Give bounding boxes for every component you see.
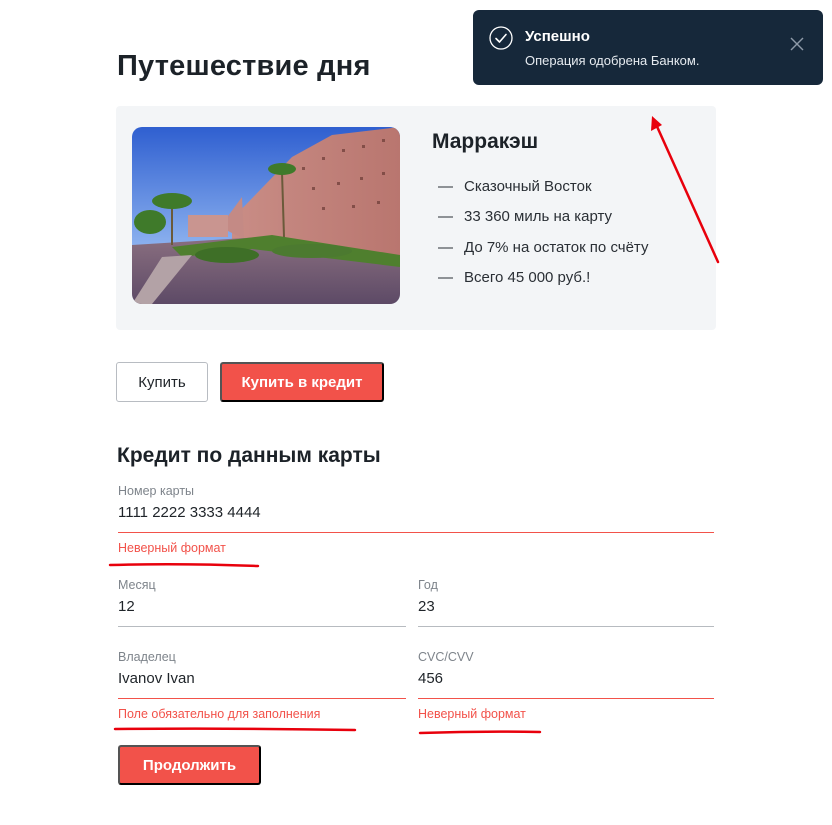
- toast-message: Операция одобрена Банком.: [525, 53, 700, 68]
- list-item: —33 360 миль на карту: [438, 208, 613, 226]
- list-item: — Сказочный Восток: [438, 177, 592, 195]
- cvc-label: CVC/CVV: [418, 650, 474, 664]
- close-icon[interactable]: [790, 37, 804, 56]
- check-circle-icon: [489, 26, 513, 55]
- credit-form-title: Кредит по данным карты: [117, 444, 381, 467]
- annotation-underline: [108, 562, 260, 568]
- card-number-field[interactable]: Номер карты 1111 2222 3333 4444: [118, 484, 714, 534]
- year-input[interactable]: 23: [418, 598, 714, 615]
- buy-button[interactable]: Купить: [116, 362, 208, 402]
- cvc-input[interactable]: 456: [418, 670, 714, 687]
- owner-error: Поле обязательно для заполнения: [118, 707, 321, 721]
- offer-city: Марракэш: [432, 130, 539, 153]
- feature-text: Сказочный Восток: [464, 177, 592, 195]
- feature-text: Всего 45 000 руб.!: [464, 269, 591, 287]
- offer-card: Марракэш — Сказочный Восток —33 360 миль …: [116, 106, 716, 330]
- offer-features: — Сказочный Восток —33 360 миль на карту …: [438, 171, 648, 293]
- card-number-error: Неверный формат: [118, 541, 226, 555]
- list-item: — До 7% на остаток по счёту: [438, 238, 649, 256]
- card-number-underline: [118, 532, 714, 533]
- cvc-underline: [418, 698, 714, 699]
- month-field[interactable]: Месяц 12: [118, 578, 406, 628]
- month-label: Месяц: [118, 578, 156, 592]
- continue-button[interactable]: Продолжить: [118, 745, 261, 785]
- buy-credit-button[interactable]: Купить в кредит: [220, 362, 384, 402]
- month-underline: [118, 626, 406, 627]
- owner-field[interactable]: Владелец Ivanov Ivan: [118, 650, 406, 700]
- year-field[interactable]: Год 23: [418, 578, 714, 628]
- page-title: Путешествие дня: [117, 50, 371, 82]
- annotation-underline: [113, 727, 357, 732]
- owner-label: Владелец: [118, 650, 176, 664]
- feature-text: 33 360 миль на карту: [464, 208, 613, 226]
- owner-input[interactable]: Ivanov Ivan: [118, 670, 406, 687]
- offer-photo: [132, 127, 400, 304]
- cvc-error: Неверный формат: [418, 707, 526, 721]
- success-toast: Успешно Операция одобрена Банком.: [473, 10, 823, 85]
- owner-underline: [118, 698, 406, 699]
- year-underline: [418, 626, 714, 627]
- list-item: — Всего 45 000 руб.!: [438, 269, 591, 287]
- cvc-field[interactable]: CVC/CVV 456: [418, 650, 714, 700]
- feature-text: До 7% на остаток по счёту: [464, 238, 649, 256]
- annotation-underline: [418, 730, 542, 735]
- card-number-label: Номер карты: [118, 484, 195, 498]
- month-input[interactable]: 12: [118, 598, 406, 615]
- card-number-input[interactable]: 1111 2222 3333 4444: [118, 504, 714, 521]
- year-label: Год: [418, 578, 438, 592]
- toast-title: Успешно: [525, 28, 590, 45]
